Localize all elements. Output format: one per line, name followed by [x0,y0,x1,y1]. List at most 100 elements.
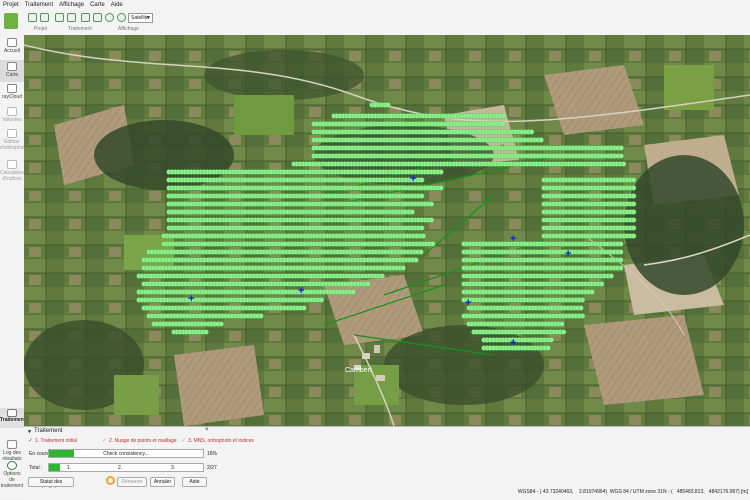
zoom-extent-icon[interactable] [93,13,102,22]
sidebar-item-log[interactable]: Log des résultats [0,440,24,462]
image-point[interactable] [578,305,584,311]
satellite-map: Cambert + + + + + + + [24,35,750,426]
image-point[interactable] [418,249,424,255]
image-point[interactable] [618,265,624,271]
image-point[interactable] [618,145,624,151]
image-point[interactable] [630,225,637,231]
start-button[interactable]: Démarrer [117,477,147,487]
map-view[interactable]: Cambert + + + + + + + [24,35,750,426]
pan-icon[interactable] [81,13,90,22]
sidebar-item-options[interactable]: Options de traitement [0,461,24,489]
image-point[interactable] [500,121,506,127]
image-point[interactable] [500,113,507,119]
image-point[interactable] [350,289,357,295]
new-project-icon[interactable] [28,13,37,22]
image-point[interactable] [438,185,444,191]
sidebar-item-carte[interactable]: Carte [0,60,24,82]
image-point[interactable] [428,201,435,207]
image-point[interactable] [430,241,436,247]
status-bar: WGS84 - ( 43.73240463, 2.81974964) WGS 8… [24,488,750,499]
image-point[interactable] [428,217,435,223]
image-point[interactable] [385,102,391,108]
image-point[interactable] [618,249,624,255]
image-point[interactable] [538,137,544,143]
menu-affichage[interactable]: Affichage [56,2,87,8]
image-point[interactable] [218,321,224,327]
image-point[interactable] [589,289,595,295]
image-point[interactable] [379,273,385,279]
menu-carte[interactable]: Carte [87,2,108,8]
help-button[interactable]: Aide [182,477,207,487]
image-point[interactable] [438,169,444,175]
image-point[interactable] [620,161,627,167]
sidebar-item-accueil[interactable]: Accueil [0,38,24,54]
image-point[interactable] [630,193,637,199]
menu-traitement[interactable]: Traitement [22,2,56,8]
cancel-button[interactable]: Annuler [150,477,175,487]
image-point[interactable] [618,257,624,263]
image-point[interactable] [608,273,614,279]
image-point[interactable] [203,329,209,335]
image-point[interactable] [318,297,325,303]
image-point[interactable] [301,305,307,311]
image-point[interactable] [559,321,565,327]
image-point[interactable] [579,313,586,319]
image-point[interactable] [630,233,637,239]
toolbar-group-traitement: Traitement [68,26,92,32]
step-1[interactable]: ✓ 1. Traitement initial [28,437,77,445]
print-icon[interactable] [67,13,76,22]
menu-aide[interactable]: Aide [108,2,126,8]
sidebar-item-volumes: Volumes [0,107,24,123]
index-icon [7,160,17,169]
image-point[interactable] [618,241,624,247]
coordinates-readout: WGS84 - ( 43.73240463, 2.81974964) WGS 8… [517,489,748,495]
gcp-marker-icon[interactable]: + [188,293,194,305]
image-point[interactable] [413,257,419,263]
sidebar-item-raycloud[interactable]: rayCloud [0,84,24,100]
image-point[interactable] [630,201,637,207]
checkbox-checked-icon[interactable]: ✓ [28,437,33,444]
gcp-marker-icon[interactable]: + [465,297,471,309]
step-3[interactable]: ✓ 3. MNS, orthophoto et indices [181,437,254,445]
gcp-marker-icon[interactable]: + [510,337,516,349]
gcp-marker-icon[interactable]: + [410,173,416,185]
image-point[interactable] [528,129,535,135]
checkbox-icon[interactable]: ✓ [181,437,186,444]
sidebar-item-label: Éditeur d'orthophoto [0,139,28,151]
image-point[interactable] [420,233,426,239]
image-point[interactable] [419,225,425,231]
open-project-icon[interactable] [40,13,49,22]
gcp-marker-icon[interactable]: + [298,285,304,297]
image-point[interactable] [618,153,624,159]
image-point[interactable] [258,313,264,319]
image-point[interactable] [548,337,554,343]
image-point[interactable] [579,297,586,303]
results-status-button[interactable]: Statut des résultats... [28,477,74,493]
menu-projet[interactable]: Projet [0,2,22,8]
close-icon[interactable]: × [205,427,209,433]
image-point[interactable] [419,177,425,183]
gcp-marker-icon[interactable]: + [565,248,571,260]
process-icon[interactable] [55,13,64,22]
total-count: 2/27 [207,465,217,471]
image-point[interactable] [409,209,415,215]
image-point[interactable] [400,265,406,271]
image-point[interactable] [545,345,551,351]
image-point[interactable] [598,281,605,287]
collapse-icon[interactable]: ▼ [27,429,32,435]
image-point[interactable] [630,177,637,183]
image-point[interactable] [630,185,637,191]
checkbox-icon[interactable]: ✓ [102,437,107,444]
zoom-in-icon[interactable] [105,13,114,22]
image-point[interactable] [630,217,637,223]
image-point[interactable] [419,193,425,199]
sidebar-item-traitement[interactable]: Traitement [0,408,25,428]
image-point[interactable] [365,281,371,287]
step-2[interactable]: ✓ 2. Nuage de points et maillage [102,437,177,445]
menu-bar: Projet Traitement Affichage Carte Aide [0,0,750,10]
image-point[interactable] [630,209,637,215]
zoom-out-icon[interactable] [117,13,126,22]
image-point[interactable] [560,329,567,335]
map-type-select[interactable]: Satellite ▼ [128,13,153,23]
gcp-marker-icon[interactable]: + [510,233,516,245]
